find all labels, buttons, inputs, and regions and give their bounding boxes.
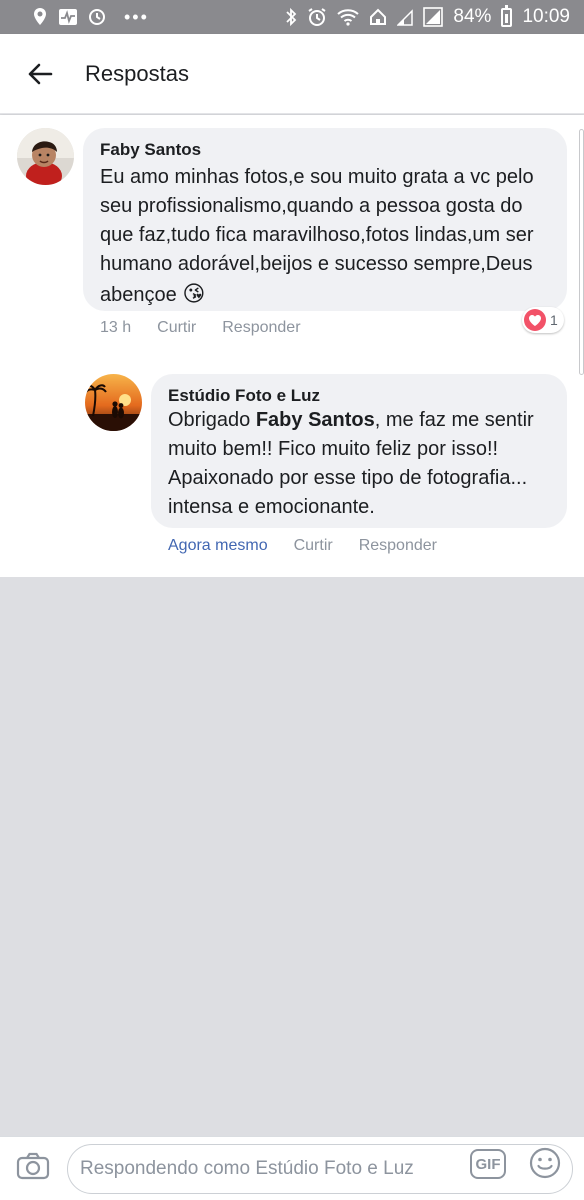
comment-line: intensa e emocionante. <box>168 496 375 518</box>
avatar[interactable] <box>17 128 74 185</box>
battery-icon <box>501 4 513 27</box>
like-button[interactable]: Curtir <box>294 537 333 555</box>
activity-icon <box>58 8 78 26</box>
alarm-watch-icon <box>88 8 106 26</box>
smiley-icon <box>529 1147 561 1179</box>
avatar[interactable] <box>85 374 142 431</box>
camera-icon <box>16 1152 50 1180</box>
comment-author[interactable]: Faby Santos <box>100 140 201 160</box>
wifi-icon <box>337 8 360 26</box>
comment-line: Obrigado Faby Santos, me faz me sentir <box>168 406 560 435</box>
back-button[interactable] <box>0 34 80 114</box>
gif-button[interactable]: GIF <box>470 1149 506 1179</box>
comment-line-text: abençoe <box>100 284 177 306</box>
emoji-button[interactable] <box>529 1147 561 1179</box>
app-header: Respostas <box>0 34 584 114</box>
comment-actions: 13 h Curtir Responder <box>100 319 301 337</box>
alarm-icon <box>307 7 327 27</box>
bluetooth-icon <box>285 7 297 27</box>
reply-input-placeholder: Respondendo como Estúdio Foto e Luz <box>80 1158 414 1179</box>
comment-line: abençoe 😘 <box>100 279 560 310</box>
battery-percent: 84% <box>453 6 492 27</box>
comment-line: Eu amo minhas fotos,e sou muito grata a … <box>100 166 534 188</box>
signal-weak-icon <box>397 8 414 26</box>
back-arrow-icon <box>28 63 53 84</box>
comment-line: que faz,tudo fica maravilhoso,fotos lind… <box>100 224 534 246</box>
reply-bubble[interactable]: Estúdio Foto e Luz Obrigado Faby Santos,… <box>151 374 567 528</box>
comment-time[interactable]: Agora mesmo <box>168 537 268 555</box>
heart-icon <box>524 309 546 331</box>
kiss-emoji: 😘 <box>182 281 206 306</box>
compose-bar: Respondendo como Estúdio Foto e Luz GIF <box>0 1136 584 1200</box>
comment-line: seu profissionalismo,quando a pessoa gos… <box>100 195 523 217</box>
comment-line-text: , me faz me sentir <box>374 409 534 431</box>
clock-time: 10:09 <box>522 6 570 27</box>
reply-button[interactable]: Responder <box>222 319 300 337</box>
status-bar-left: ••• <box>32 7 149 28</box>
mention-link[interactable]: Faby Santos <box>256 409 375 431</box>
comment-text: Obrigado Faby Santos, me faz me sentir m… <box>168 406 560 522</box>
comment-line: humano adorável,beijos e sucesso sempre,… <box>100 253 533 275</box>
comment-line: muito bem!! Fico muito feliz por isso!! <box>168 438 499 460</box>
reaction-count: 1 <box>550 312 558 328</box>
reply-button[interactable]: Responder <box>359 537 437 555</box>
comment-line-text: Obrigado <box>168 409 256 431</box>
signal-icon <box>423 7 444 27</box>
comment-line: Apaixonado por esse tipo de fotografia..… <box>168 467 528 489</box>
page-title: Respostas <box>85 60 189 86</box>
home-icon <box>369 8 387 26</box>
comment-actions: Agora mesmo Curtir Responder <box>168 537 437 555</box>
location-pin-icon <box>32 7 48 27</box>
reaction-badge[interactable]: 1 <box>522 307 564 333</box>
more-notifications-icon: ••• <box>124 6 149 27</box>
comment-bubble[interactable]: Faby Santos Eu amo minhas fotos,e sou mu… <box>83 128 567 311</box>
camera-button[interactable] <box>16 1151 50 1181</box>
status-bar: ••• 84% 10:09 <box>0 0 584 34</box>
status-bar-right: 84% 10:09 <box>285 4 570 28</box>
comment-time[interactable]: 13 h <box>100 319 131 337</box>
comment-author[interactable]: Estúdio Foto e Luz <box>168 386 320 406</box>
replies-thread: Faby Santos Eu amo minhas fotos,e sou mu… <box>0 115 584 577</box>
like-button[interactable]: Curtir <box>157 319 196 337</box>
scrollbar[interactable] <box>579 129 584 375</box>
comment-text: Eu amo minhas fotos,e sou muito grata a … <box>100 163 560 310</box>
